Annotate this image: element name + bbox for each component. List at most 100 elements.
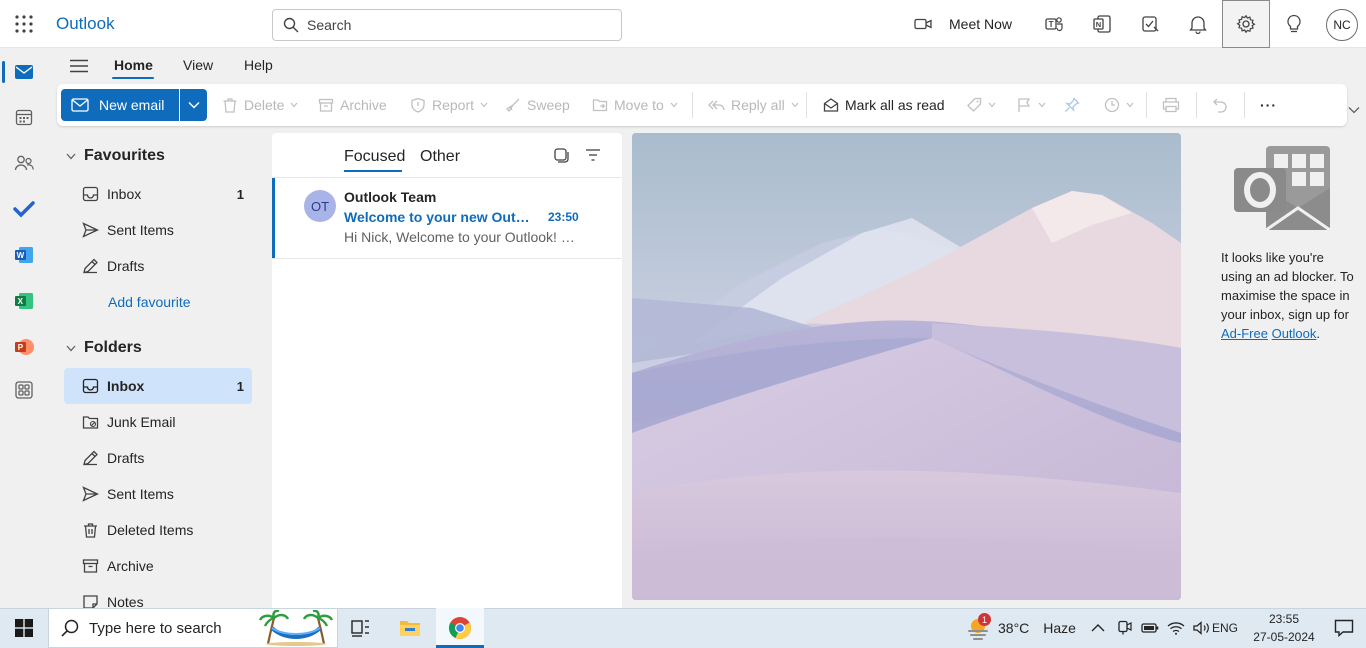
bell-icon[interactable] — [1184, 10, 1212, 38]
meet-now-button[interactable]: Meet Now — [914, 10, 1012, 38]
undo-icon — [1212, 97, 1228, 113]
weather-widget[interactable]: 1 38°C Haze — [966, 608, 1076, 648]
folders-header[interactable]: Folders — [66, 339, 142, 357]
ad-free-link[interactable]: Ad-Free — [1221, 326, 1268, 341]
ribbon-expand-chevron-icon[interactable] — [1348, 106, 1362, 120]
word-icon[interactable]: W — [0, 235, 48, 275]
weather-desc: Haze — [1043, 620, 1076, 636]
todo-checkmark-icon[interactable] — [0, 189, 48, 229]
taskbar-search-input[interactable]: Type here to search — [89, 620, 222, 637]
reply-all-button[interactable]: Reply all — [707, 89, 799, 121]
message-sender: Outlook Team — [344, 189, 437, 205]
app-brand[interactable]: Outlook — [56, 14, 115, 34]
task-view-icon[interactable] — [337, 608, 383, 648]
delete-button[interactable]: Delete — [222, 89, 298, 121]
reading-pane-background-image — [632, 133, 1181, 600]
new-email-dropdown-chevron-icon[interactable] — [180, 89, 207, 121]
windows-start-icon[interactable] — [0, 608, 48, 648]
folder-item-archive[interactable]: Archive — [64, 548, 252, 584]
meet-now-tray-icon[interactable] — [1114, 618, 1134, 638]
tab-home[interactable]: Home — [114, 57, 153, 73]
folder-item-label: Drafts — [107, 450, 145, 466]
inbox-icon — [82, 378, 99, 394]
notification-center-icon[interactable] — [1322, 608, 1366, 648]
mark-all-read-button[interactable]: Mark all as read — [823, 89, 945, 121]
lightbulb-icon[interactable] — [1280, 10, 1308, 38]
new-email-label: New email — [99, 97, 165, 113]
snooze-button[interactable] — [1104, 89, 1134, 121]
onenote-icon[interactable]: N — [1088, 10, 1116, 38]
pivot-other[interactable]: Other — [420, 148, 460, 166]
favourite-item-drafts[interactable]: Drafts — [64, 248, 252, 284]
search-icon — [61, 619, 79, 637]
mail-icon[interactable] — [0, 52, 48, 92]
sweep-button[interactable]: Sweep — [505, 89, 570, 121]
pivot-focused[interactable]: Focused — [344, 148, 405, 166]
undo-button[interactable] — [1212, 89, 1228, 121]
message-time: 23:50 — [548, 210, 579, 224]
search-input[interactable]: Search — [307, 17, 351, 33]
volume-icon[interactable] — [1192, 618, 1212, 638]
taskbar-clock[interactable]: 23:55 27-05-2024 — [1246, 610, 1322, 646]
folder-item-label: Sent Items — [107, 486, 174, 502]
new-email-button[interactable]: New email — [61, 89, 179, 121]
folder-item-label: Archive — [107, 558, 154, 574]
envelope-open-icon — [823, 97, 839, 113]
report-button[interactable]: Report — [410, 89, 488, 121]
wifi-icon[interactable] — [1166, 618, 1186, 638]
tab-help[interactable]: Help — [244, 57, 273, 73]
people-icon[interactable] — [0, 143, 48, 183]
favourites-header[interactable]: Favourites — [66, 147, 165, 165]
folder-item-junk-email[interactable]: Junk Email — [64, 404, 252, 440]
app-launcher-waffle-icon[interactable] — [12, 12, 36, 36]
favourite-item-label: Sent Items — [107, 222, 174, 238]
chevron-down-icon — [480, 102, 488, 108]
archive-button[interactable]: Archive — [318, 89, 387, 121]
pin-button[interactable] — [1064, 89, 1080, 121]
calendar-icon[interactable] — [0, 97, 48, 137]
trash-icon — [222, 97, 238, 113]
envelope-icon — [71, 98, 89, 112]
profile-avatar[interactable]: NC — [1326, 9, 1358, 41]
folder-item-notes[interactable]: Notes — [64, 584, 252, 608]
collapse-nav-hamburger-icon[interactable] — [66, 54, 92, 78]
input-language-indicator[interactable]: ENG — [1212, 621, 1238, 635]
battery-icon[interactable] — [1140, 618, 1160, 638]
favourite-item-inbox[interactable]: Inbox 1 — [64, 176, 252, 212]
sweep-label: Sweep — [527, 97, 570, 113]
folder-item-sent-items[interactable]: Sent Items — [64, 476, 252, 512]
flag-button[interactable] — [1016, 89, 1046, 121]
filter-icon[interactable] — [585, 148, 603, 164]
search-highlight-hammock-icon — [258, 610, 334, 646]
print-button[interactable] — [1162, 89, 1180, 121]
powerpoint-icon[interactable]: P — [0, 327, 48, 367]
chevron-up-icon[interactable] — [1088, 618, 1108, 638]
more-options-button[interactable]: ··· — [1260, 89, 1277, 121]
chevron-down-icon — [988, 102, 996, 108]
move-to-button[interactable]: Move to — [592, 89, 678, 121]
file-explorer-icon[interactable] — [387, 608, 433, 648]
chevron-down-icon — [290, 102, 298, 108]
tab-view[interactable]: View — [183, 57, 213, 73]
folder-item-inbox[interactable]: Inbox 1 — [64, 368, 252, 404]
ad-message-end: . — [1316, 326, 1321, 341]
settings-gear-icon[interactable] — [1222, 0, 1270, 48]
ad-free-outlook-link[interactable]: Outlook — [1272, 326, 1317, 341]
pin-icon — [1064, 97, 1080, 113]
my-day-icon[interactable] — [1136, 10, 1164, 38]
more-apps-icon[interactable] — [0, 370, 48, 410]
excel-icon[interactable]: X — [0, 281, 48, 321]
add-favourite-link[interactable]: Add favourite — [108, 294, 191, 310]
categorize-button[interactable] — [966, 89, 996, 121]
favourite-item-sent-items[interactable]: Sent Items — [64, 212, 252, 248]
search-box[interactable]: Search — [272, 9, 622, 41]
message-preview: Hi Nick, Welcome to your Outlook! We're … — [344, 229, 578, 245]
chrome-icon[interactable] — [437, 608, 483, 648]
select-mode-icon[interactable] — [553, 147, 571, 165]
folder-item-label: Inbox — [107, 378, 145, 394]
teams-icon[interactable]: T — [1040, 10, 1068, 38]
folder-item-deleted-items[interactable]: Deleted Items — [64, 512, 252, 548]
folder-item-drafts[interactable]: Drafts — [64, 440, 252, 476]
reply-all-label: Reply all — [731, 97, 785, 113]
trash-icon — [82, 522, 99, 538]
